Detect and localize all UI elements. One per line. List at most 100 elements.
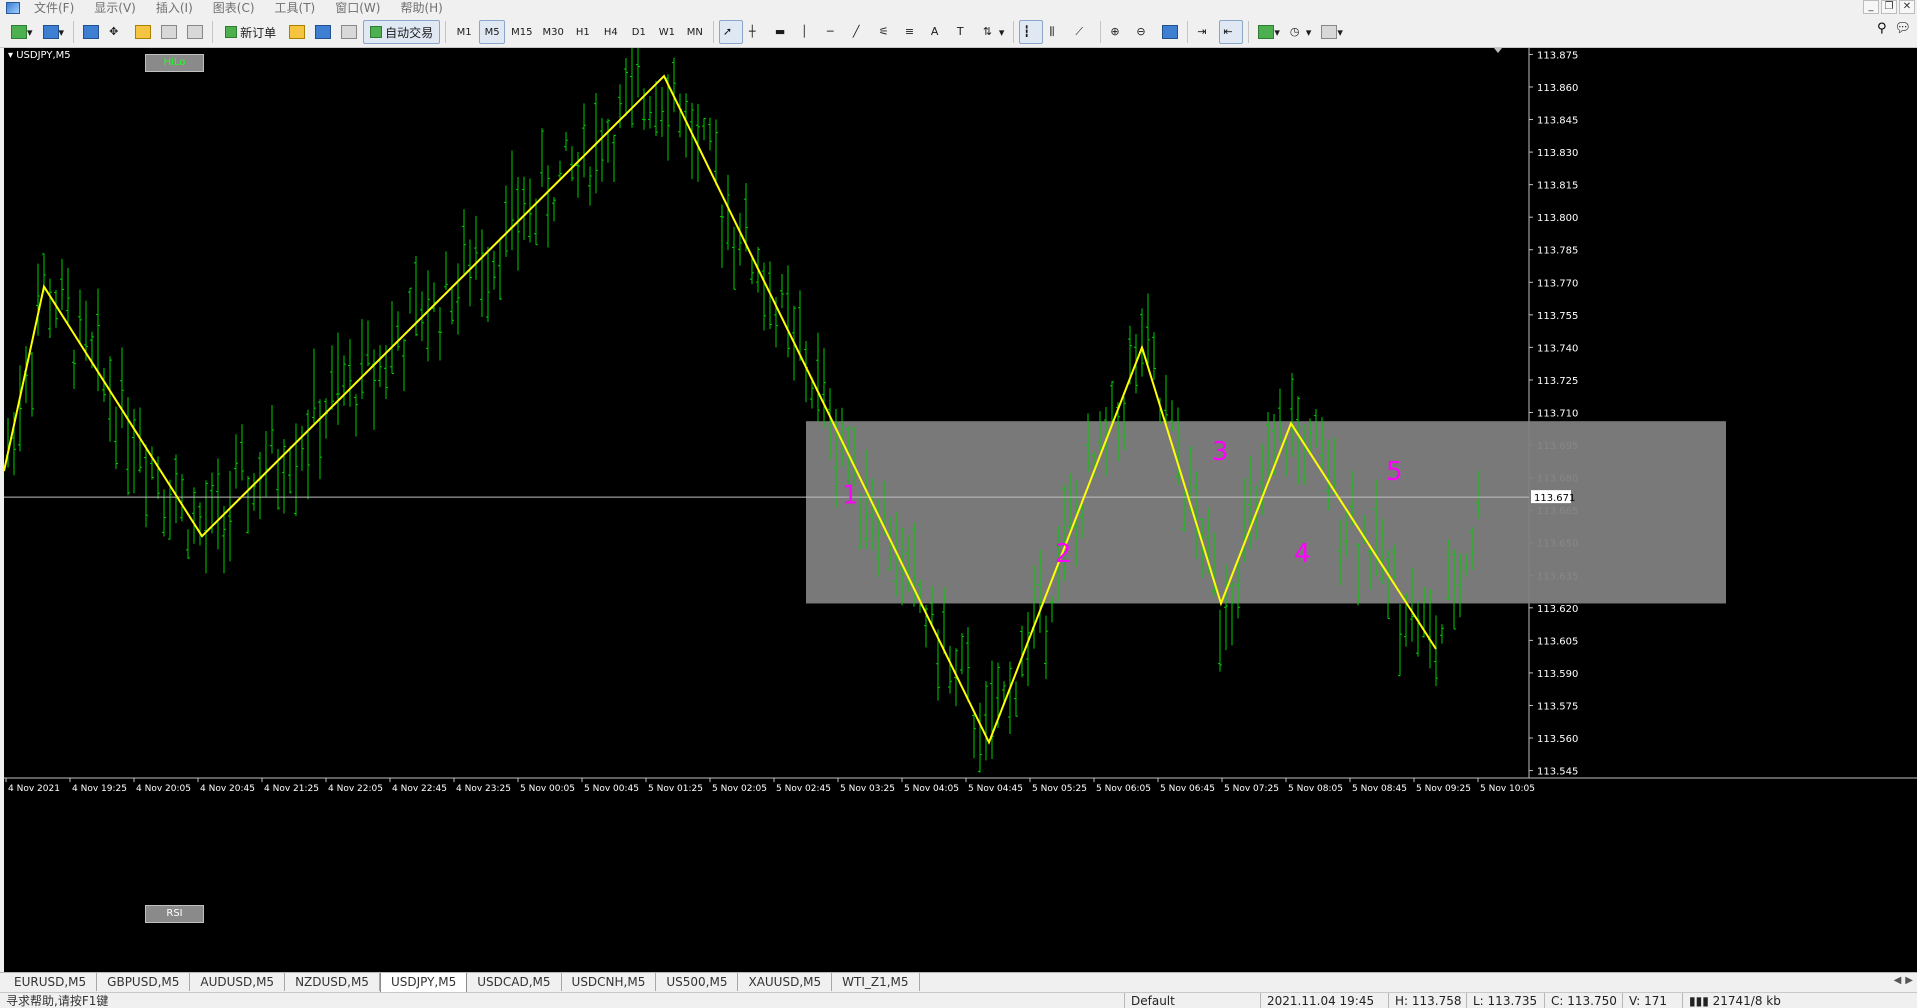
price-axis-label: 113.860: [1537, 83, 1578, 94]
periods-button[interactable]: ◷ ▾: [1286, 20, 1316, 44]
price-axis-label: 113.725: [1537, 376, 1578, 387]
close-button[interactable]: ✕: [1899, 0, 1915, 14]
consolidation-box[interactable]: [806, 421, 1726, 604]
toolbar: ▾ ▾ ✥ 新订单 自动交易 M1 M5 M15 M30 H1 H4 D1 W1…: [0, 17, 1917, 48]
metaeditor-button[interactable]: [285, 20, 309, 44]
menu-help[interactable]: 帮助(H): [390, 0, 452, 16]
wave-label-4: 4: [1294, 539, 1311, 569]
menu-charts[interactable]: 图表(C): [203, 0, 265, 16]
candlestick-button[interactable]: ⫼: [1045, 20, 1069, 44]
timeframe-h1[interactable]: H1: [570, 20, 596, 44]
time-axis-label: 5 Nov 08:05: [1288, 784, 1343, 794]
time-axis-label: 5 Nov 02:45: [776, 784, 831, 794]
price-axis-label: 113.755: [1537, 311, 1578, 322]
signals-button[interactable]: [311, 20, 335, 44]
menu-tools[interactable]: 工具(T): [265, 0, 326, 16]
data-window-button[interactable]: ✥: [105, 20, 129, 44]
globe-icon: [341, 25, 358, 39]
timeframe-m5[interactable]: M5: [479, 20, 506, 44]
wave-label-2: 2: [1055, 539, 1072, 569]
restore-button[interactable]: ❐: [1881, 0, 1897, 14]
hilo-button[interactable]: HiLo: [145, 54, 204, 72]
channel-button[interactable]: ≡: [901, 20, 925, 44]
tile-windows-button[interactable]: [1158, 20, 1182, 44]
fibonacci-button[interactable]: ⚟: [875, 20, 899, 44]
rsi-button[interactable]: RSI: [145, 905, 204, 923]
tab-xauusd[interactable]: XAUUSD,M5: [738, 973, 833, 991]
price-axis-label: 113.545: [1537, 767, 1578, 778]
templates-button[interactable]: ▾: [1317, 20, 1347, 44]
price-chart[interactable]: 113.875 113.860 113.845 113.830 113.815 113.8…: [4, 48, 1917, 972]
timeframe-w1[interactable]: W1: [654, 20, 680, 44]
timeframe-m1[interactable]: M1: [451, 20, 477, 44]
tab-scroll-left-icon[interactable]: ◀: [1894, 975, 1902, 986]
new-chart-button[interactable]: ▾: [7, 20, 37, 44]
new-chart-icon: [11, 25, 27, 39]
menu-window[interactable]: 窗口(W): [325, 0, 390, 16]
tab-scroll-right-icon[interactable]: ▶: [1905, 975, 1913, 986]
auto-trading-button[interactable]: 自动交易: [363, 20, 441, 44]
tab-gbpusd[interactable]: GBPUSD,M5: [97, 973, 191, 991]
market-watch-button[interactable]: [79, 20, 103, 44]
strategy-tester-button[interactable]: [183, 20, 207, 44]
tab-eurusd[interactable]: EURUSD,M5: [4, 973, 98, 991]
text-button[interactable]: A: [927, 20, 951, 44]
status-bar: 寻求帮助,请按F1键 Default 2021.11.04 19:45 H: 1…: [0, 992, 1917, 1008]
time-axis-label: 5 Nov 04:05: [904, 784, 959, 794]
price-axis-label: 113.830: [1537, 148, 1578, 159]
tab-us500[interactable]: US500,M5: [656, 973, 739, 991]
price-axis-label: 113.590: [1537, 669, 1578, 680]
status-volume: V: 171: [1622, 992, 1682, 1008]
tab-usdcad[interactable]: USDCAD,M5: [467, 973, 562, 991]
tile-windows-icon: [1162, 25, 1179, 39]
time-axis-label: 5 Nov 03:25: [840, 784, 895, 794]
minimize-button[interactable]: _: [1863, 0, 1879, 14]
tab-audusd[interactable]: AUDUSD,M5: [190, 973, 286, 991]
market-watch-icon: [83, 25, 100, 39]
profiles-button[interactable]: ▾: [39, 20, 69, 44]
menu-file[interactable]: 文件(F): [24, 0, 84, 16]
price-axis-label: 113.845: [1537, 116, 1578, 127]
tab-nzdusd[interactable]: NZDUSD,M5: [285, 973, 380, 991]
chart-window[interactable]: 113.875 113.860 113.845 113.830 113.815 113.8…: [4, 48, 1917, 972]
tab-usdjpy[interactable]: USDJPY,M5: [379, 973, 468, 993]
rectangle-button[interactable]: ▬: [771, 20, 795, 44]
search-icon[interactable]: ⚲: [1877, 21, 1887, 36]
chart-shift-button[interactable]: ⇤: [1219, 20, 1244, 44]
crosshair-button[interactable]: ┼: [745, 20, 769, 44]
timeframe-m15[interactable]: M15: [507, 20, 536, 44]
zoom-out-button[interactable]: ⊖: [1132, 20, 1156, 44]
toolbar-separator: [1100, 21, 1102, 43]
auto-scroll-button[interactable]: ⇥: [1193, 20, 1217, 44]
connection-bars-icon: ▮▮▮: [1689, 993, 1713, 1008]
trendline-button[interactable]: ╱: [849, 20, 873, 44]
indicators-button[interactable]: ▾: [1254, 20, 1284, 44]
bar-chart-button[interactable]: ┇: [1019, 20, 1044, 44]
tab-usdcnh[interactable]: USDCNH,M5: [562, 973, 657, 991]
menu-view[interactable]: 显示(V): [84, 0, 146, 16]
text-label-button[interactable]: T: [953, 20, 977, 44]
price-axis-label: 113.575: [1537, 701, 1578, 712]
market-button[interactable]: [337, 20, 361, 44]
line-chart-button[interactable]: ⟋: [1071, 20, 1095, 44]
status-profile: Default: [1124, 992, 1260, 1008]
time-axis-label: 5 Nov 02:05: [712, 784, 767, 794]
zoom-in-button[interactable]: ⊕: [1106, 20, 1130, 44]
horizontal-line-icon: ─: [826, 25, 834, 38]
timeframe-mn[interactable]: MN: [682, 20, 708, 44]
arrows-button[interactable]: ⇅ ▾: [979, 20, 1009, 44]
time-axis-label: 5 Nov 10:05: [1480, 784, 1535, 794]
timeframe-m30[interactable]: M30: [538, 20, 567, 44]
timeframe-d1[interactable]: D1: [626, 20, 652, 44]
timeframe-h4[interactable]: H4: [598, 20, 624, 44]
status-close: C: 113.750: [1544, 992, 1622, 1008]
chat-icon[interactable]: 💬︎: [1894, 21, 1911, 36]
menu-insert[interactable]: 插入(I): [146, 0, 203, 16]
vertical-line-button[interactable]: │: [797, 20, 821, 44]
horizontal-line-button[interactable]: ─: [823, 20, 847, 44]
new-order-button[interactable]: 新订单: [218, 20, 283, 44]
terminal-button[interactable]: [157, 20, 181, 44]
cursor-button[interactable]: ➚: [718, 20, 743, 44]
tab-wti[interactable]: WTI_Z1,M5: [832, 973, 920, 991]
navigator-button[interactable]: [131, 20, 155, 44]
